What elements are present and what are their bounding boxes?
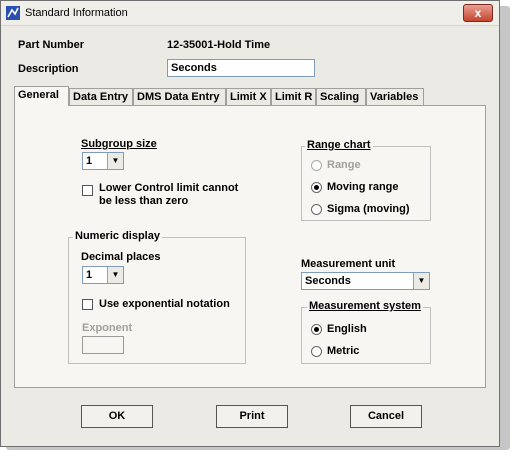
metric-radio-label: Metric [327,345,360,357]
general-tab-panel: Subgroup size 1 ▼ Lower Control limit ca… [14,105,486,388]
exponent-input[interactable] [82,336,124,354]
standard-information-dialog: Standard Information x Part Number 12-35… [0,0,500,447]
subgroup-size-value: 1 [86,155,93,167]
title-bar[interactable]: Standard Information x [1,1,499,26]
exponent-label: Exponent [82,322,133,334]
moving-range-radio-label: Moving range [327,181,399,193]
tab-limit-r[interactable]: Limit R [271,88,316,105]
metric-radio[interactable] [311,346,322,357]
exponential-notation-checkbox[interactable] [82,299,93,310]
numeric-display-legend: Numeric display [73,230,162,242]
close-icon: x [474,6,482,20]
ok-button-label: OK [108,410,126,422]
range-radio-label: Range [327,159,361,171]
subgroup-size-select[interactable]: 1 ▼ [82,152,124,170]
tab-label: DMS Data Entry [137,91,220,103]
cancel-button-label: Cancel [367,410,405,422]
exponential-notation-label: Use exponential notation [99,298,230,310]
english-radio[interactable] [311,324,322,335]
app-icon [6,6,20,20]
measurement-unit-select[interactable]: Seconds ▼ [301,272,430,290]
part-number-label: Part Number [18,39,85,51]
tab-label: Scaling [320,91,360,103]
decimal-places-select[interactable]: 1 ▼ [82,266,124,284]
description-value: Seconds [171,62,217,74]
tab-label: Limit R [275,91,313,103]
lower-control-limit-checkbox[interactable] [82,185,93,196]
print-button[interactable]: Print [216,405,288,428]
lower-control-limit-label-line2: be less than zero [99,195,189,207]
cancel-button[interactable]: Cancel [350,405,422,428]
tab-dms-data-entry[interactable]: DMS Data Entry [133,88,226,105]
part-number-value: 12-35001-Hold Time [167,39,271,51]
measurement-unit-label: Measurement unit [301,258,396,270]
tab-label: Variables [370,91,419,103]
measurement-system-group [301,307,431,364]
ok-button[interactable]: OK [81,405,153,428]
decimal-places-value: 1 [86,269,93,281]
close-button[interactable]: x [463,4,493,22]
lower-control-limit-label-line1: Lower Control limit cannot [99,182,239,194]
subgroup-size-label: Subgroup size [81,138,157,150]
sigma-moving-radio-label: Sigma (moving) [327,203,410,215]
tab-label: General [18,89,59,101]
chevron-down-icon[interactable]: ▼ [107,153,123,169]
window-title: Standard Information [25,7,128,19]
print-button-label: Print [239,410,265,422]
english-radio-label: English [327,323,367,335]
range-radio[interactable] [311,160,322,171]
tab-variables[interactable]: Variables [366,88,424,105]
tab-general[interactable]: General [14,86,69,106]
description-label: Description [18,63,79,75]
tab-label: Limit X [230,91,267,103]
measurement-system-legend: Measurement system [307,300,423,312]
decimal-places-label: Decimal places [81,251,161,263]
range-chart-legend: Range chart [305,139,373,151]
chevron-down-icon[interactable]: ▼ [107,267,123,283]
chevron-down-icon[interactable]: ▼ [413,273,429,289]
tab-label: Data Entry [73,91,129,103]
moving-range-radio[interactable] [311,182,322,193]
tab-scaling[interactable]: Scaling [316,88,366,105]
tab-data-entry[interactable]: Data Entry [69,88,133,105]
description-input[interactable]: Seconds [167,59,315,77]
tab-limit-x[interactable]: Limit X [226,88,271,105]
measurement-unit-value: Seconds [305,275,351,287]
sigma-moving-radio[interactable] [311,204,322,215]
